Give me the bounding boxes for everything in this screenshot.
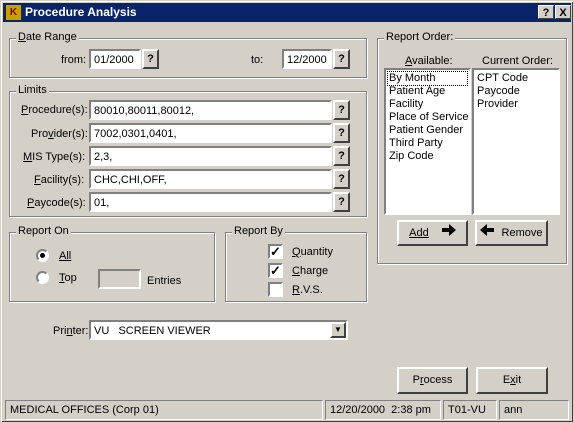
limits-label: Limits: [16, 84, 49, 96]
add-label: Add: [409, 227, 429, 239]
from-date-lookup-button[interactable]: ?: [142, 49, 159, 69]
all-label: All: [59, 250, 72, 262]
to-label: to:: [251, 54, 264, 66]
from-date-field[interactable]: 01/2000: [89, 49, 141, 69]
exit-label: Exit: [502, 374, 522, 386]
providers-lookup-button[interactable]: ?: [333, 123, 350, 143]
report-order-label: Report Order:: [384, 31, 456, 43]
list-item[interactable]: CPT Code: [476, 72, 556, 85]
app-icon: K: [6, 5, 21, 20]
list-item[interactable]: Zip Code: [388, 150, 467, 163]
facilities-label: Facility(s):: [34, 174, 85, 186]
mis-types-lookup-button[interactable]: ?: [333, 146, 350, 166]
remove-button[interactable]: Remove: [475, 220, 548, 246]
all-radio[interactable]: [36, 249, 49, 262]
list-item[interactable]: Patient Age: [388, 85, 467, 98]
providers-label: Provider(s):: [31, 128, 88, 140]
rvs-checkbox[interactable]: [268, 282, 283, 297]
list-item[interactable]: Paycode: [476, 85, 556, 98]
available-label: Available:: [405, 55, 453, 67]
list-item[interactable]: Third Party: [388, 137, 467, 150]
title-bar[interactable]: K Procedure Analysis ? X: [3, 3, 571, 22]
procedures-label: Procedure(s):: [21, 104, 88, 116]
right-arrow-icon: [441, 222, 456, 244]
printer-value: VU SCREEN VIEWER: [94, 325, 211, 337]
procedures-field[interactable]: 80010,80011,80012,: [89, 100, 332, 120]
date-range-label: Date Range: [16, 31, 79, 43]
status-office: MEDICAL OFFICES (Corp 01): [5, 400, 323, 420]
facilities-field[interactable]: CHC,CHI,OFF,: [89, 169, 332, 189]
current-order-label: Current Order:: [482, 55, 553, 67]
quantity-checkbox[interactable]: ✓: [268, 244, 283, 259]
chevron-down-icon[interactable]: ▼: [330, 322, 346, 338]
from-label: from:: [61, 54, 87, 66]
help-button[interactable]: ?: [538, 5, 554, 19]
rvs-label: R.V.S.: [292, 284, 323, 296]
paycodes-field[interactable]: 01,: [89, 192, 332, 212]
report-by-label: Report By: [232, 225, 285, 237]
exit-button[interactable]: Exit: [476, 367, 548, 394]
list-item[interactable]: Facility: [388, 98, 467, 111]
procedures-lookup-button[interactable]: ?: [333, 100, 350, 120]
process-label: Process: [412, 374, 453, 386]
add-button[interactable]: Add: [397, 220, 468, 246]
to-date-field[interactable]: 12/2000: [282, 49, 332, 69]
paycodes-label: Paycode(s):: [27, 197, 86, 209]
window-title: Procedure Analysis: [25, 5, 137, 19]
status-datetime: 12/20/2000 2:38 pm: [325, 400, 441, 420]
printer-select[interactable]: VU SCREEN VIEWER ▼: [89, 320, 348, 340]
radio-selected-dot: [40, 253, 45, 258]
list-item[interactable]: Place of Service: [388, 111, 468, 124]
process-button[interactable]: Process: [397, 367, 468, 394]
procedure-analysis-window: K Procedure Analysis ? X Date Range from…: [0, 0, 574, 423]
report-on-label: Report On: [16, 225, 71, 237]
top-radio[interactable]: [36, 271, 49, 284]
list-item[interactable]: Patient Gender: [388, 124, 467, 137]
to-date-lookup-button[interactable]: ?: [333, 49, 350, 69]
entries-label: Entries: [147, 275, 182, 287]
charge-label: Charge: [292, 265, 329, 277]
status-terminal: T01-VU: [443, 400, 497, 420]
remove-label: Remove: [501, 227, 543, 239]
mis-types-field[interactable]: 2,3,: [89, 146, 332, 166]
list-item[interactable]: Provider: [476, 98, 556, 111]
close-button[interactable]: X: [555, 5, 571, 19]
status-user: ann: [499, 400, 569, 420]
left-arrow-icon: [480, 222, 495, 244]
available-list[interactable]: By Month Patient Age Facility Place of S…: [384, 68, 471, 215]
list-item[interactable]: By Month: [387, 71, 468, 86]
facilities-lookup-button[interactable]: ?: [333, 169, 350, 189]
top-label: Top: [59, 272, 77, 284]
top-entries-field[interactable]: [98, 269, 141, 289]
providers-field[interactable]: 7002,0301,0401,: [89, 123, 332, 143]
mis-types-label: MIS Type(s):: [23, 151, 86, 163]
report-on-group: Report On: [9, 225, 215, 302]
charge-checkbox[interactable]: ✓: [268, 263, 283, 278]
quantity-label: Quantity: [292, 246, 333, 258]
paycodes-lookup-button[interactable]: ?: [333, 192, 350, 212]
printer-label: Printer:: [53, 325, 89, 337]
current-order-list[interactable]: CPT Code Paycode Provider: [472, 68, 560, 215]
